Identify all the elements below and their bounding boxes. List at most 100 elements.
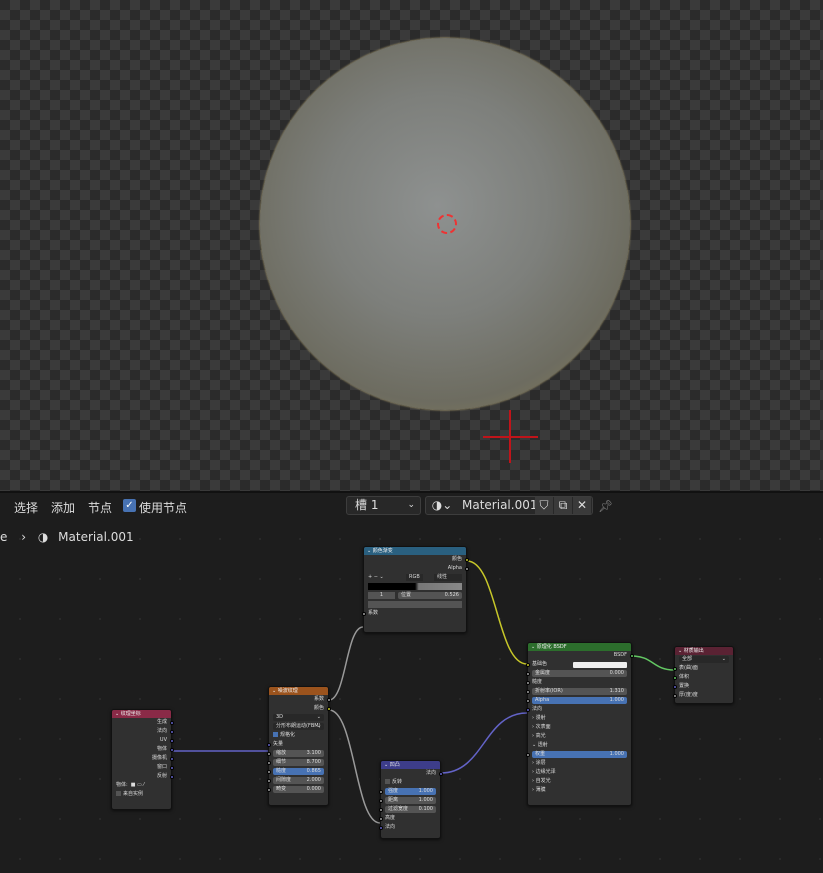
socket-icon[interactable] — [266, 778, 271, 783]
panel-toggle[interactable]: › 自发光 — [532, 778, 551, 784]
node-header[interactable]: ⌄ 材质输出 — [675, 647, 733, 655]
socket-icon[interactable] — [525, 707, 530, 712]
node-header[interactable]: ⌄ 凹凸 — [381, 761, 440, 769]
chevron-down-icon: ⌄ — [721, 656, 726, 662]
value-field[interactable]: 距离 1.000 — [385, 797, 436, 804]
value-field[interactable]: 糙度 0.865 — [273, 768, 324, 775]
object-picker[interactable]: ■ ▭ ⁄ — [131, 782, 144, 788]
3d-viewport[interactable] — [0, 0, 823, 491]
socket-icon[interactable] — [326, 697, 331, 702]
socket-icon[interactable] — [525, 698, 530, 703]
color-ramp-gradient[interactable] — [368, 583, 462, 590]
value-field[interactable]: 间隙度 2.000 — [273, 777, 324, 784]
socket-icon[interactable] — [525, 680, 530, 685]
socket-icon[interactable] — [169, 720, 174, 725]
ramp-add-remove-buttons[interactable]: + − ⌄ — [368, 574, 384, 580]
color-swatch[interactable] — [573, 662, 627, 668]
material-name-field[interactable]: Material.001 — [462, 497, 537, 514]
dropdown[interactable]: 分形布朗运动(FBM) ⌄ — [273, 723, 324, 730]
socket-icon[interactable] — [266, 787, 271, 792]
value-field[interactable]: 缩放 3.100 — [273, 750, 324, 757]
output-socket-label: 窗口 — [156, 764, 167, 770]
value-field[interactable]: 细节 8.700 — [273, 759, 324, 766]
panel-toggle[interactable]: › 漫射 — [532, 715, 546, 721]
socket-icon[interactable] — [672, 684, 677, 689]
color-mode-dropdown[interactable]: RGB — [406, 574, 423, 581]
duplicate-icon[interactable]: ⧉ — [554, 497, 572, 514]
menu-node[interactable]: 节点 — [88, 499, 112, 516]
checkbox[interactable] — [116, 791, 121, 796]
socket-icon[interactable] — [378, 789, 383, 794]
node-color-ramp[interactable]: ⌄ 颜色渐变 颜色 Alpha + − ⌄ RGB 线性 1 位置 0.526 系数 — [361, 546, 469, 633]
stop-index-field[interactable]: 1 — [368, 592, 395, 599]
node-noise-texture[interactable]: ⌄ 噪波纹理 系数 颜色 3D ⌄ 分形布朗运动(FBM) ⌄ 规格化 矢量 缩放 3.100 细节 8… — [266, 686, 331, 806]
dropdown[interactable]: 3D ⌄ — [273, 714, 324, 721]
socket-icon[interactable] — [672, 666, 677, 671]
menu-select[interactable]: 选择 — [14, 499, 38, 516]
node-bump[interactable]: ⌄ 凹凸 法向 反转 强度 1.000 距离 1.000 过滤宽度 0.100 高度 法向 — [378, 760, 443, 839]
socket-icon[interactable] — [169, 747, 174, 752]
socket-icon[interactable] — [629, 653, 634, 658]
dropdown[interactable]: 全部 ⌄ — [679, 656, 729, 663]
value-field[interactable]: Alpha 1.000 — [532, 697, 627, 704]
socket-icon[interactable] — [326, 706, 331, 711]
slot-dropdown[interactable]: 槽 1 ⌄ — [346, 496, 421, 515]
material-sphere-icon[interactable]: ◑⌄ — [426, 497, 454, 514]
panel-toggle[interactable]: › 高光 — [532, 733, 546, 739]
socket-icon[interactable] — [266, 751, 271, 756]
socket-icon[interactable] — [378, 816, 383, 821]
socket-icon[interactable] — [378, 807, 383, 812]
socket-icon[interactable] — [525, 662, 530, 667]
socket-icon[interactable] — [266, 742, 271, 747]
checkbox[interactable] — [385, 779, 390, 784]
value-field[interactable]: 折射率(IOR) 1.310 — [532, 688, 627, 695]
socket-icon[interactable] — [525, 689, 530, 694]
node-header[interactable]: ⌄ 原理化 BSDF — [528, 643, 631, 651]
pin-icon[interactable]: 📌︎ — [598, 499, 613, 513]
value-field[interactable]: 过滤宽度 0.100 — [385, 806, 436, 813]
node-header[interactable]: ⌄ 颜色渐变 — [364, 547, 466, 555]
panel-toggle[interactable]: › 边缘光泽 — [532, 769, 556, 775]
value-field[interactable]: 金属度 0.000 — [532, 670, 627, 677]
close-icon[interactable]: ✕ — [573, 497, 591, 514]
socket-icon[interactable] — [169, 765, 174, 770]
value-field[interactable]: 畸变 0.000 — [273, 786, 324, 793]
use-nodes-checkbox[interactable]: ✓ — [123, 499, 136, 512]
interpolation-dropdown[interactable]: 线性 — [434, 574, 462, 581]
socket-icon[interactable] — [525, 752, 530, 757]
node-texture-coordinate[interactable]: ⌄ 纹理坐标 生成 法向 UV 物体 摄像机 窗口 反射 物体: ■ ▭ ⁄ 来自实例 — [111, 709, 174, 810]
node-row: 颜色 — [269, 704, 331, 713]
socket-icon[interactable] — [464, 557, 469, 562]
dropdown-value: 3D — [276, 714, 284, 720]
socket-icon[interactable] — [438, 771, 443, 776]
material-selector[interactable]: ◑⌄ Material.001 ⛉ ⧉ ✕ — [425, 496, 593, 515]
socket-icon[interactable] — [266, 760, 271, 765]
menu-add[interactable]: 添加 — [51, 499, 75, 516]
socket-icon[interactable] — [169, 738, 174, 743]
panel-toggle[interactable]: › 次表面 — [532, 724, 551, 730]
socket-icon[interactable] — [169, 774, 174, 779]
node-header[interactable]: ⌄ 噪波纹理 — [269, 687, 328, 695]
socket-icon[interactable] — [361, 611, 366, 616]
socket-icon[interactable] — [266, 769, 271, 774]
socket-icon[interactable] — [378, 825, 383, 830]
socket-icon[interactable] — [672, 675, 677, 680]
checkbox[interactable] — [273, 732, 278, 737]
value-field[interactable]: 权重 1.000 — [532, 751, 627, 758]
socket-icon[interactable] — [378, 798, 383, 803]
fake-user-shield-icon[interactable]: ⛉ — [535, 497, 553, 514]
panel-toggle[interactable]: › 涂层 — [532, 760, 546, 766]
panel-toggle[interactable]: › 薄膜 — [532, 787, 546, 793]
node-material-output[interactable]: ⌄ 材质输出 全部 ⌄ 表(曲)面 体积 置换 厚(度)度 — [672, 646, 734, 704]
socket-icon[interactable] — [672, 693, 677, 698]
position-field[interactable]: 位置 0.526 — [398, 592, 462, 599]
value-field[interactable]: 强度 1.000 — [385, 788, 436, 795]
node-header[interactable]: ⌄ 纹理坐标 — [112, 710, 171, 718]
color-stop-field[interactable] — [368, 601, 462, 608]
panel-toggle[interactable]: ⌄ 透射 — [532, 742, 548, 748]
socket-icon[interactable] — [525, 671, 530, 676]
socket-icon[interactable] — [169, 756, 174, 761]
socket-icon[interactable] — [464, 566, 469, 571]
socket-icon[interactable] — [169, 729, 174, 734]
node-principled-bsdf[interactable]: ⌄ 原理化 BSDF BSDF 基础色 金属度 0.000 糙度 折射率(IOR) 1.310… — [525, 642, 634, 806]
